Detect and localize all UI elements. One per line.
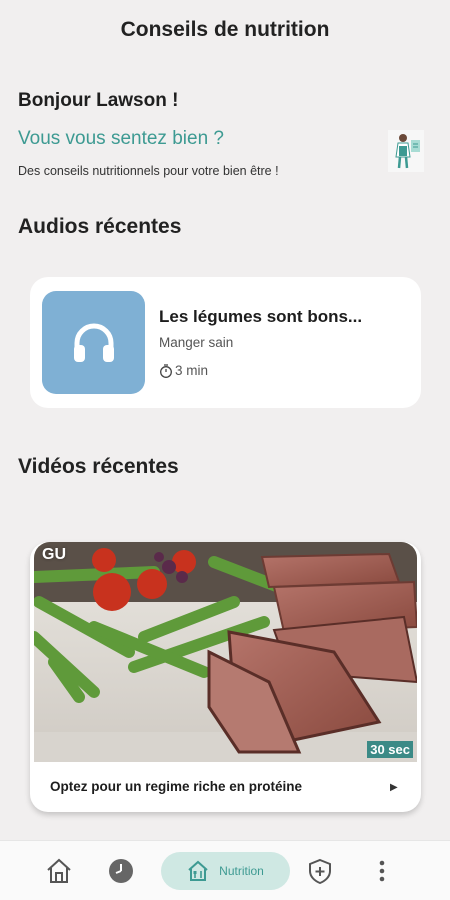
home-icon [47,858,71,883]
greeting-text: Bonjour Lawson ! [18,90,179,111]
shield-icon [309,858,331,884]
audio-category: Manger sain [159,335,234,350]
nav-home[interactable] [42,855,76,887]
video-thumbnail[interactable]: GU 30 sec [34,542,417,762]
audio-duration: 3 min [159,363,208,378]
nav-history[interactable] [104,855,138,887]
video-caption: Optez pour un regime riche en protéine [50,779,303,794]
bottom-navigation: Nutrition [0,840,450,900]
nutrition-icon [188,860,208,881]
clock-icon [109,859,133,883]
audios-section-title: Audios récentes [18,215,182,238]
doctor-illustration [386,130,426,172]
headphones-icon [73,323,114,362]
audio-duration-text: 3 min [175,363,209,378]
video-card[interactable]: GU 30 sec Optez pour un regime riche en … [30,542,421,812]
video-duration-badge: 30 sec [367,741,413,758]
nav-nutrition[interactable]: Nutrition [161,852,290,890]
timer-icon [160,363,172,378]
audio-card[interactable]: Les légumes sont bons... Manger sain 3 m… [30,277,421,408]
wellbeing-question: Vous vous sentez bien ? [18,128,224,149]
audio-thumbnail [42,291,145,394]
video-badge-left: GU [42,546,66,563]
more-vertical-icon [379,860,385,882]
nav-nutrition-label: Nutrition [219,864,264,878]
play-icon[interactable]: ▶ [390,782,398,793]
welcome-subtitle: Des conseils nutritionnels pour votre bi… [18,164,279,178]
page-title: Conseils de nutrition [120,18,330,41]
videos-section-title: Vidéos récentes [18,455,179,478]
nav-protection[interactable] [305,855,335,887]
nav-more[interactable] [370,855,394,887]
audio-title: Les légumes sont bons... [159,307,363,326]
